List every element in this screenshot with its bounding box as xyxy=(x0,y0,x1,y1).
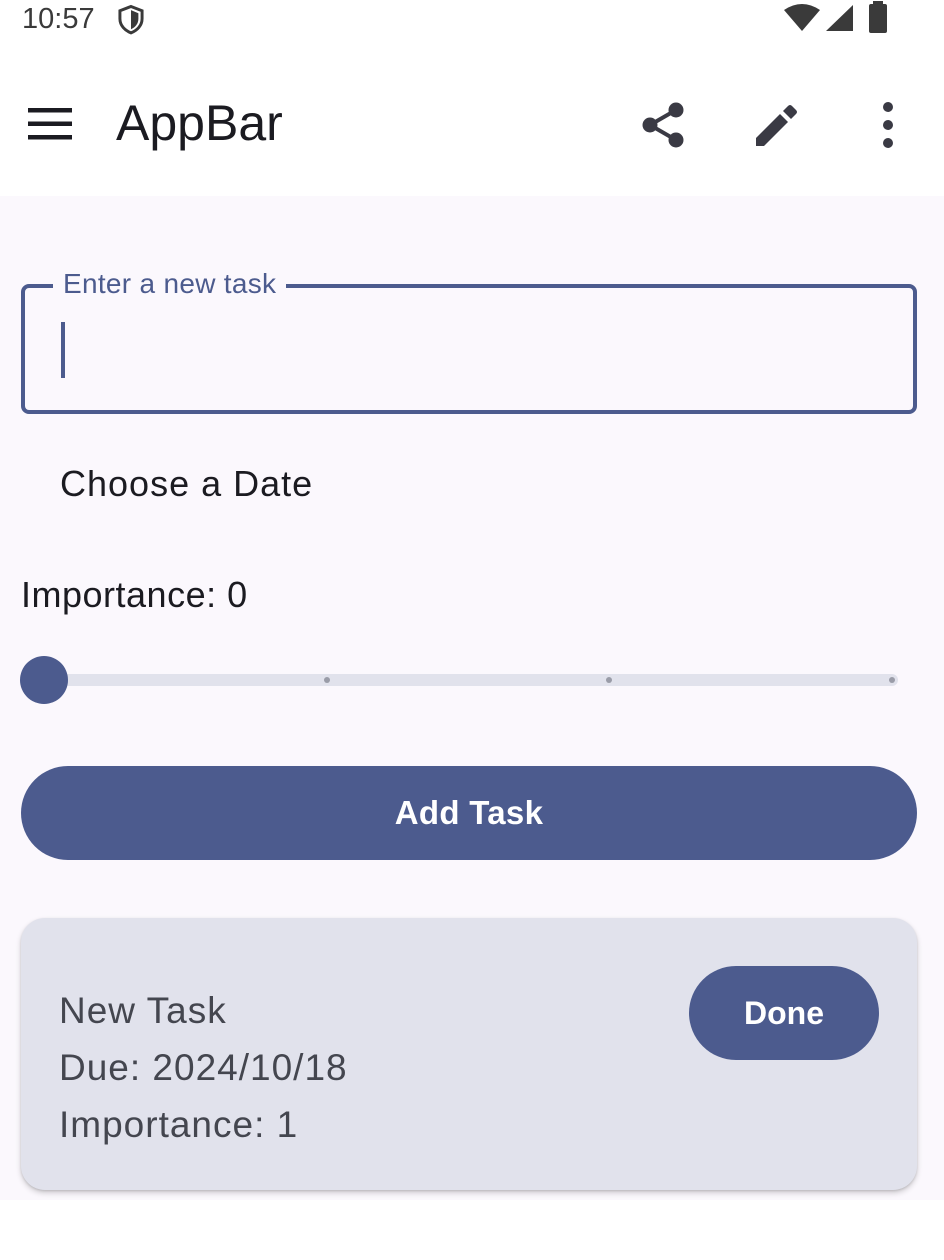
slider-tick xyxy=(889,677,895,683)
add-task-button[interactable]: Add Task xyxy=(21,766,917,860)
status-time: 10:57 xyxy=(22,3,95,35)
slider-track xyxy=(40,674,898,686)
status-bar: 10:57 xyxy=(0,0,944,48)
done-button[interactable]: Done xyxy=(689,966,879,1060)
task-importance: Importance: 1 xyxy=(59,1104,299,1145)
signal-icon xyxy=(826,5,853,31)
menu-icon[interactable] xyxy=(22,104,78,144)
wifi-icon xyxy=(784,4,820,31)
shield-icon xyxy=(118,4,144,35)
task-card: New Task Due: 2024/10/18 Importance: 1 Done xyxy=(21,918,917,1190)
new-task-input[interactable] xyxy=(59,310,879,386)
slider-thumb[interactable] xyxy=(20,656,68,704)
new-task-field-label: Enter a new task xyxy=(53,266,287,302)
task-due-date: Due: 2024/10/18 xyxy=(59,1047,348,1088)
choose-date-button[interactable]: Choose a Date xyxy=(40,454,333,514)
share-icon[interactable] xyxy=(636,98,690,152)
main-content: Enter a new task Choose a Date Importanc… xyxy=(0,196,944,1200)
task-card-details: New Task Due: 2024/10/18 Importance: 1 xyxy=(59,982,348,1153)
importance-slider[interactable] xyxy=(20,654,900,706)
task-name: New Task xyxy=(59,990,227,1031)
text-caret xyxy=(61,322,65,378)
battery-icon xyxy=(869,1,887,33)
app-bar-title: AppBar xyxy=(116,95,283,151)
slider-tick xyxy=(323,677,330,683)
importance-label: Importance: 0 xyxy=(21,574,248,615)
new-task-field[interactable]: Enter a new task xyxy=(21,266,917,414)
more-vert-icon[interactable] xyxy=(868,98,908,152)
edit-icon[interactable] xyxy=(750,98,804,152)
bottom-area xyxy=(0,1200,944,1260)
app-bar: AppBar xyxy=(0,48,944,196)
